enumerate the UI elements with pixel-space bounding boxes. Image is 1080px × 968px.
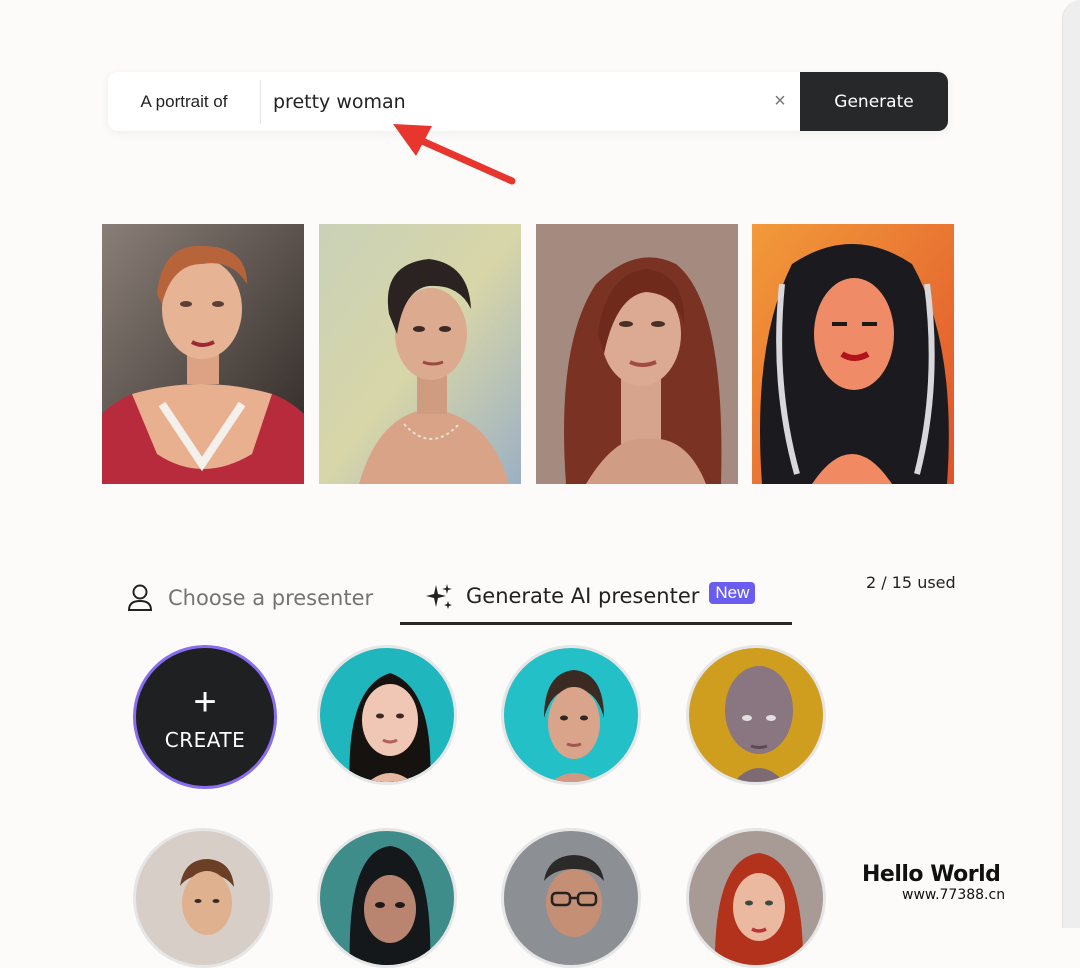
- watermark: Hello World www.77388.cn: [862, 862, 1052, 903]
- portrait-1-image: [102, 224, 304, 484]
- clear-icon[interactable]: ×: [760, 90, 800, 113]
- prompt-input[interactable]: [261, 72, 760, 131]
- avatar-image: [320, 831, 454, 965]
- watermark-title: Hello World: [862, 862, 1001, 887]
- plus-icon: +: [193, 680, 217, 724]
- portrait-result-3[interactable]: [536, 224, 738, 484]
- avatar-image: [504, 831, 638, 965]
- avatar-image: [320, 648, 454, 782]
- prompt-prefix: A portrait of: [140, 92, 228, 111]
- usage-counter: 2 / 15 used: [866, 573, 956, 592]
- avatar-image: [136, 831, 270, 965]
- portrait-2-image: [319, 224, 521, 484]
- portrait-result-1[interactable]: [102, 224, 304, 484]
- tab-label: Choose a presenter: [168, 586, 374, 610]
- create-label: CREATE: [164, 728, 246, 752]
- right-panel-edge: [1062, 0, 1080, 928]
- presenter-avatar[interactable]: [133, 828, 273, 968]
- presenter-avatar[interactable]: [686, 828, 826, 968]
- avatar-image: [689, 648, 823, 782]
- prompt-bar: A portrait of × Generate: [108, 72, 948, 131]
- presenter-avatar[interactable]: [317, 645, 457, 785]
- watermark-url: www.77388.cn: [902, 887, 1006, 903]
- presenter-avatar[interactable]: [501, 828, 641, 968]
- portrait-4-image: [752, 224, 954, 484]
- avatar-image: [689, 831, 823, 965]
- tab-choose-presenter[interactable]: Choose a presenter: [126, 570, 373, 626]
- new-badge: New: [709, 582, 756, 604]
- tab-generate-ai-presenter[interactable]: Generate AI presenter New: [400, 570, 792, 625]
- portrait-result-4[interactable]: [752, 224, 954, 484]
- tab-label: Generate AI presenter: [466, 584, 700, 608]
- sparkle-icon: [426, 584, 452, 609]
- presenter-avatar[interactable]: [501, 645, 641, 785]
- presenter-avatar[interactable]: [686, 645, 826, 785]
- presenter-tabs: Choose a presenter Generate AI presenter…: [116, 570, 796, 628]
- portrait-3-image: [536, 224, 738, 484]
- portrait-result-2[interactable]: [319, 224, 521, 484]
- avatar-image: [504, 648, 638, 782]
- generate-button[interactable]: Generate: [800, 72, 948, 131]
- presenter-avatar[interactable]: [317, 828, 457, 968]
- create-presenter-button[interactable]: + CREATE: [133, 645, 277, 789]
- person-icon: [127, 584, 153, 611]
